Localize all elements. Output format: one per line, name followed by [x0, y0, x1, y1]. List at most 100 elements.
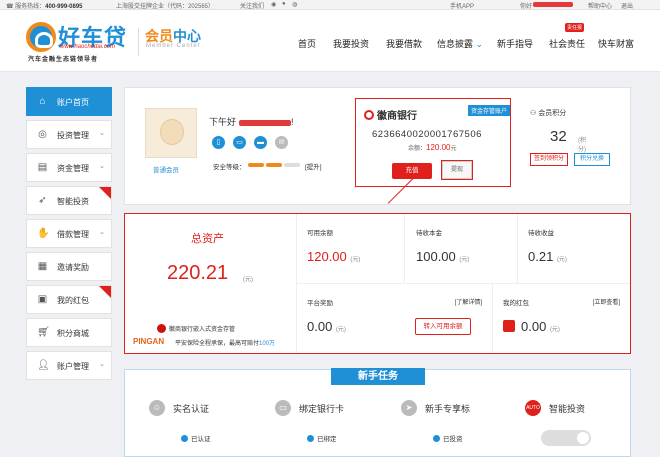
red-envelope-value: 0.00 (元): [521, 319, 560, 334]
bank-custody-line: 徽商银行嵌入式资金存管: [157, 324, 235, 333]
logout-link[interactable]: 退出: [621, 1, 633, 10]
pending-principal-value: 100.00 (元): [416, 249, 470, 264]
top-bar: ☎ 服务热线：400-999-0895 上海股交挂牌企业（代码：202565） …: [0, 0, 660, 10]
check-icon: [181, 435, 188, 442]
card-number: 6236640020001767506: [372, 129, 482, 140]
nav-borrow[interactable]: 我要借款: [386, 37, 422, 50]
weibo-icon[interactable]: ◉: [271, 1, 276, 8]
user-info-panel: 普通会员 下午好! ▯ ▭ ▬ ✉ 安全等级： [提升] 徽商银行 资金存管账户…: [124, 87, 631, 205]
reward-details-link[interactable]: [了解详情]: [455, 297, 482, 306]
gift-icon: ▦: [37, 261, 48, 272]
nav-newbie-guide[interactable]: 新手指导: [497, 37, 533, 50]
safety-bar-2: [266, 163, 282, 167]
email-icon[interactable]: ✉: [275, 136, 288, 149]
redacted-username: [533, 2, 573, 7]
bank-name: 徽商银行: [364, 107, 417, 122]
platform-reward-cell: 平台奖励 [了解详情] 0.00 (元) 转入可用余额: [297, 284, 493, 353]
bank-card-icon[interactable]: ▬: [254, 136, 267, 149]
smart-invest-toggle[interactable]: [541, 430, 591, 446]
header: 好车贷 www.haochedai.com 汽车金融生态链领导者 会员中心 Me…: [0, 10, 660, 72]
coins-icon: ◎: [38, 129, 47, 140]
available-balance-cell: 可用余额 120.00 (元): [297, 214, 405, 284]
logo-icon[interactable]: [26, 22, 56, 52]
points-exchange-button[interactable]: 积分兑换: [574, 153, 610, 166]
listed-info: 上海股交挂牌企业（代码：202565）: [116, 4, 215, 10]
user-greeting: 你好: [520, 4, 533, 10]
bank-card: 徽商银行 资金存管账户 6236640020001767506 余额：120.0…: [355, 98, 511, 187]
tasks-title: 新手任务: [331, 368, 425, 385]
total-assets-label: 总资产: [191, 233, 224, 245]
hot-badge: [99, 187, 111, 199]
sidebar: ⌂ 账户首页 ◎ 投资管理 ⌄ ▤ 资金管理 ⌄ ➶ 智能投资 ✋ 借款管理 ⌄…: [26, 87, 112, 384]
transfer-to-balance-button[interactable]: 转入可用余额: [415, 318, 471, 335]
nav-invest[interactable]: 我要投资: [333, 37, 369, 50]
sidebar-item-points-mall[interactable]: 🛒︎ 积分商城: [26, 318, 112, 347]
sidebar-item-investment[interactable]: ◎ 投资管理 ⌄: [26, 120, 112, 149]
upgrade-link[interactable]: [提升]: [305, 161, 322, 171]
withdraw-button[interactable]: 提现: [442, 161, 472, 179]
qq-icon[interactable]: ◍: [292, 1, 297, 8]
safety-bar-1: [248, 163, 264, 167]
id-card-icon[interactable]: ▭: [233, 136, 246, 149]
home-icon: ⌂: [39, 96, 46, 107]
newbie-tasks-panel: 新手任务 ☺ 实名认证 已认证 ▭ 绑定银行卡 已绑定 ➤ 新手专享标 已投资 …: [124, 368, 631, 457]
nav-disclosure[interactable]: 信息披露 ⌄: [437, 37, 483, 50]
user-icon: 👤︎: [37, 360, 50, 371]
user-greeting: 下午好!: [209, 117, 294, 127]
chevron-down-icon: ⌄: [475, 39, 484, 49]
logo-url: www.haochedai.com: [60, 44, 116, 50]
sidebar-item-smart-invest[interactable]: ➶ 智能投资: [26, 186, 112, 215]
sidebar-item-account-home[interactable]: ⌂ 账户首页: [26, 87, 112, 116]
view-envelopes-link[interactable]: [立即查看]: [593, 297, 620, 306]
red-envelope-cell: 我的红包 [立即查看] 0.00 (元): [493, 284, 630, 353]
safety-bar-3: [284, 163, 300, 167]
nav-badge: 责任报: [565, 23, 585, 32]
pending-principal-cell: 待收本金 100.00 (元): [406, 214, 518, 284]
member-type[interactable]: 普通会员: [153, 164, 179, 174]
mobile-app-link[interactable]: 手机APP: [450, 1, 474, 10]
header-divider: [138, 28, 139, 56]
custody-account-tag: 资金存管账户: [467, 105, 510, 116]
nav-wealth[interactable]: 快车财富: [598, 37, 634, 50]
task-status: 已投资: [433, 433, 463, 443]
points-unit: (积分): [578, 138, 586, 153]
paper-plane-icon: ➤: [401, 400, 417, 416]
card-balance: 余额：120.00元: [408, 143, 457, 152]
sidebar-item-loans[interactable]: ✋ 借款管理 ⌄: [26, 219, 112, 248]
avatar[interactable]: [145, 108, 197, 158]
sidebar-item-invite[interactable]: ▦ 邀请奖励: [26, 252, 112, 281]
available-balance-value: 120.00 (元): [307, 249, 361, 264]
nav-home[interactable]: 首页: [298, 37, 316, 50]
pending-income-value: 0.21 (元): [528, 249, 567, 264]
hot-badge: [99, 286, 111, 298]
sidebar-item-account-settings[interactable]: 👤︎ 账户管理 ⌄: [26, 351, 112, 380]
wechat-icon[interactable]: ●: [282, 1, 286, 7]
auto-icon: AUTO: [525, 400, 541, 416]
points-icon: ⚇: [530, 110, 539, 117]
phone-icon[interactable]: ▯: [212, 136, 225, 149]
insurance-text: 平安保险全程承保，最高可赔付100万: [175, 341, 276, 347]
check-icon: [307, 435, 314, 442]
platform-reward-value: 0.00 (元): [307, 319, 346, 334]
sign-in-button[interactable]: 签到领积分: [530, 153, 568, 166]
points-label: ⚇ 会员积分: [530, 110, 567, 117]
task-status: 已认证: [181, 433, 211, 443]
total-assets-unit: (元): [243, 277, 253, 283]
chevron-down-icon: ⌄: [99, 163, 105, 170]
task-status: 已绑定: [307, 433, 337, 443]
document-icon: ▤: [37, 162, 48, 173]
sidebar-item-red-envelope[interactable]: ▣ 我的红包: [26, 285, 112, 314]
follow-us-link[interactable]: 关注我们: [240, 1, 264, 10]
recharge-button[interactable]: 充值: [392, 163, 432, 179]
total-assets-value: 220.21: [167, 262, 229, 284]
bank-logo-icon: [157, 324, 166, 333]
help-center-link[interactable]: 帮助中心: [588, 1, 612, 10]
red-envelope-icon: ▣: [37, 294, 48, 305]
sidebar-item-funds[interactable]: ▤ 资金管理 ⌄: [26, 153, 112, 182]
pingan-logo: PINGAN: [133, 337, 165, 346]
nav-social-responsibility[interactable]: 社会责任: [549, 37, 585, 50]
chevron-down-icon: ⌄: [99, 130, 105, 137]
total-assets: 总资产 220.21 (元) 徽商银行嵌入式资金存管 PINGAN 平安保险全程…: [125, 214, 297, 353]
member-center-subtitle: Member Center: [146, 43, 201, 49]
assets-panel: 总资产 220.21 (元) 徽商银行嵌入式资金存管 PINGAN 平安保险全程…: [124, 213, 631, 354]
